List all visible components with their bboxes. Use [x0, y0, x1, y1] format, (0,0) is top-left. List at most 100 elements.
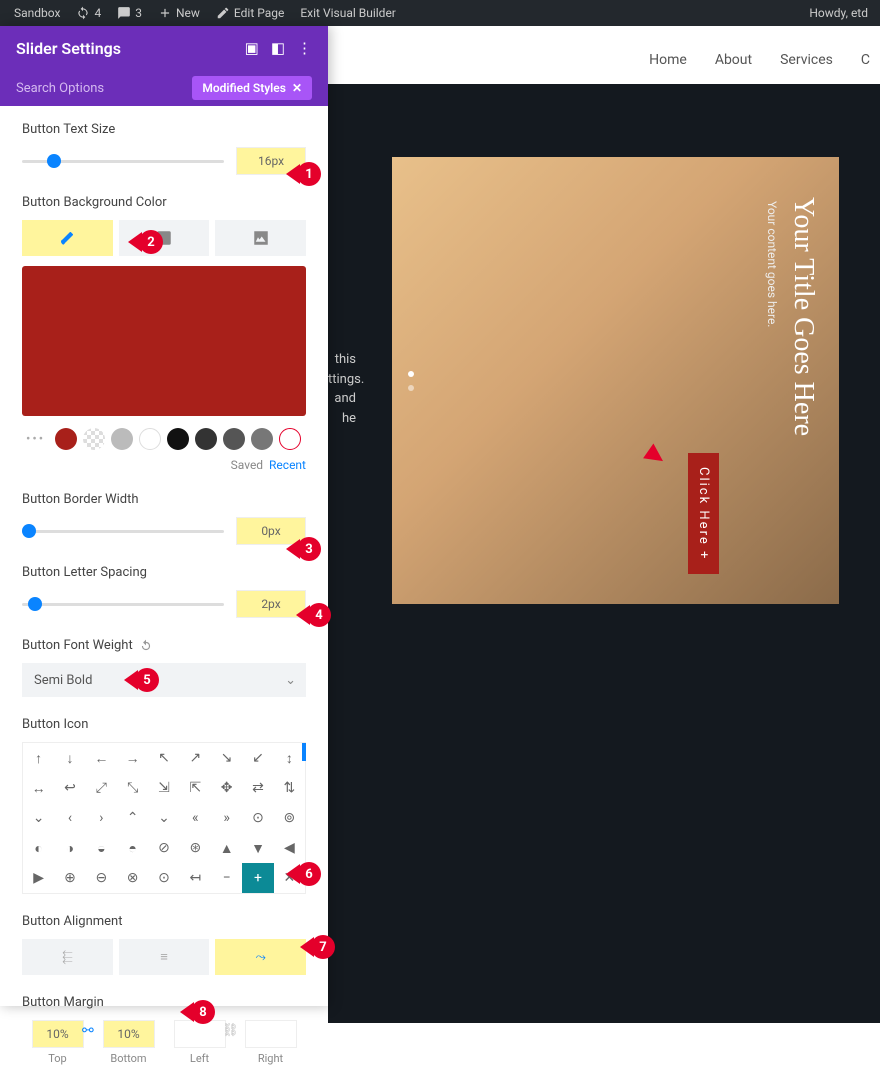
expand-icon[interactable]: ▣ [245, 39, 259, 57]
icon-chev-dd[interactable]: ⌄ [148, 803, 179, 833]
swatch-red[interactable] [55, 428, 77, 450]
callout-4: 4 [296, 603, 331, 627]
saved-colors-link[interactable]: Saved [231, 458, 263, 472]
site-name[interactable]: Sandbox [8, 6, 66, 20]
nav-c[interactable]: C [861, 52, 870, 68]
icon-cl[interactable]: ⊗ [117, 863, 148, 893]
icon-cr[interactable]: ⊙ [148, 863, 179, 893]
icon-move[interactable]: ✥ [211, 773, 242, 803]
icon-cu[interactable]: ⊕ [54, 863, 85, 893]
icon-picker[interactable]: ↑↓←→↖↗↘↙↕ ↔↩⤢⤡⇲⇱✥⇄⇅ ⌄‹›⌃⌄«»⊙⊚ ◐◑◒◓⊘⊛▲▼◀ … [22, 742, 306, 894]
margin-label: Button Margin [22, 995, 306, 1010]
border-width-slider[interactable] [22, 530, 224, 533]
swatch-none[interactable] [279, 428, 301, 450]
icon-c1[interactable]: ◐ [23, 833, 54, 863]
icon-tri-right[interactable]: ▶ [23, 863, 54, 893]
nav-services[interactable]: Services [780, 52, 833, 68]
kebab-icon[interactable]: ⋮ [297, 39, 312, 57]
nav-about[interactable]: About [715, 52, 752, 68]
icon-return[interactable]: ↩ [54, 773, 85, 803]
image-icon [252, 229, 270, 247]
icon-tri-left[interactable]: ◀ [274, 833, 305, 863]
admin-topbar: Sandbox 4 3 New Edit Page Exit Visual Bu… [0, 0, 880, 26]
unlink-icon[interactable]: ⛓ [222, 1023, 239, 1038]
icon-chev-down[interactable]: ⌄ [23, 803, 54, 833]
link-icon[interactable]: ⚯ [82, 1023, 94, 1039]
icon-updown[interactable]: ↕ [274, 743, 305, 773]
slide-pagination[interactable] [408, 371, 414, 391]
align-left[interactable]: ⬱ [22, 939, 113, 975]
icon-circ-down[interactable]: ⊚ [274, 803, 305, 833]
font-weight-select[interactable]: Semi Bold [22, 663, 306, 697]
icon-expand2[interactable]: ⤡ [117, 773, 148, 803]
icon-circ-up[interactable]: ⊙ [242, 803, 273, 833]
icon-arrow-upright[interactable]: ↗ [180, 743, 211, 773]
margin-left-input[interactable] [174, 1020, 226, 1048]
icon-arrow-upleft[interactable]: ↖ [148, 743, 179, 773]
slide-button[interactable]: Click Here + [688, 453, 719, 574]
callout-5: 5 [124, 668, 159, 692]
icon-arrow-down[interactable]: ↓ [54, 743, 85, 773]
icon-arrow-downright[interactable]: ↘ [211, 743, 242, 773]
icon-c6[interactable]: ⊛ [180, 833, 211, 863]
updates-link[interactable]: 4 [70, 6, 107, 20]
margin-right-input[interactable] [245, 1020, 297, 1048]
icon-cd[interactable]: ⊖ [86, 863, 117, 893]
icon-leftright[interactable]: ↔ [23, 773, 54, 803]
align-center[interactable]: ≡ [119, 939, 210, 975]
icon-tri-up[interactable]: ▲ [211, 833, 242, 863]
comments-link[interactable]: 3 [111, 6, 148, 20]
align-right[interactable]: ⤳ [215, 939, 306, 975]
color-tab-image[interactable] [215, 220, 306, 256]
icon-arrow-right[interactable]: → [117, 743, 148, 773]
swatch-black[interactable] [167, 428, 189, 450]
icon-chev-left[interactable]: ‹ [54, 803, 85, 833]
swatch-transparent[interactable] [83, 428, 105, 450]
icon-dright[interactable]: » [211, 803, 242, 833]
edit-page-link[interactable]: Edit Page [210, 6, 290, 20]
icon-out[interactable]: ⇱ [180, 773, 211, 803]
reset-icon[interactable] [139, 639, 153, 653]
swatch-grey[interactable] [111, 428, 133, 450]
search-options[interactable]: Search Options [16, 81, 192, 96]
icon-c3[interactable]: ◒ [86, 833, 117, 863]
more-swatches-icon[interactable]: ••• [22, 432, 49, 447]
icon-c2[interactable]: ◑ [54, 833, 85, 863]
icon-plus-selected[interactable]: + [242, 863, 273, 893]
icon-chev-right[interactable]: › [86, 803, 117, 833]
icon-collapse[interactable]: ⇲ [148, 773, 179, 803]
modified-styles-badge[interactable]: Modified Styles✕ [192, 76, 312, 100]
margin-bottom-input[interactable]: 10% [103, 1020, 155, 1048]
color-tab-solid[interactable] [22, 220, 113, 256]
greeting[interactable]: Howdy, etd [809, 6, 872, 20]
icon-arrow-downleft[interactable]: ↙ [242, 743, 273, 773]
swatch-dark2[interactable] [223, 428, 245, 450]
exit-builder-link[interactable]: Exit Visual Builder [294, 6, 402, 20]
letter-spacing-slider[interactable] [22, 603, 224, 606]
swatch-dark3[interactable] [251, 428, 273, 450]
text-size-slider[interactable] [22, 160, 224, 163]
icon-c5[interactable]: ⊘ [148, 833, 179, 863]
icon-arrow-up[interactable]: ↑ [23, 743, 54, 773]
button-icon-label: Button Icon [22, 717, 306, 732]
margin-top-input[interactable]: 10% [32, 1020, 84, 1048]
icon-expand1[interactable]: ⤢ [86, 773, 117, 803]
icon-tri-down[interactable]: ▼ [242, 833, 273, 863]
new-link[interactable]: New [152, 6, 206, 20]
icon-back[interactable]: ↤ [180, 863, 211, 893]
swatch-white[interactable] [139, 428, 161, 450]
icon-v[interactable]: ⇅ [274, 773, 305, 803]
icon-chev-up[interactable]: ⌃ [117, 803, 148, 833]
icon-dleft[interactable]: « [180, 803, 211, 833]
border-width-label: Button Border Width [22, 492, 306, 507]
close-icon[interactable]: ✕ [292, 81, 302, 95]
tablet-icon[interactable]: ◧ [271, 39, 285, 57]
icon-c4[interactable]: ◓ [117, 833, 148, 863]
icon-h[interactable]: ⇄ [242, 773, 273, 803]
icon-arrow-left[interactable]: ← [86, 743, 117, 773]
recent-colors-link[interactable]: Recent [269, 458, 306, 472]
swatch-dark1[interactable] [195, 428, 217, 450]
nav-home[interactable]: Home [649, 52, 687, 68]
color-preview[interactable] [22, 266, 306, 416]
icon-minus[interactable]: − [211, 863, 242, 893]
